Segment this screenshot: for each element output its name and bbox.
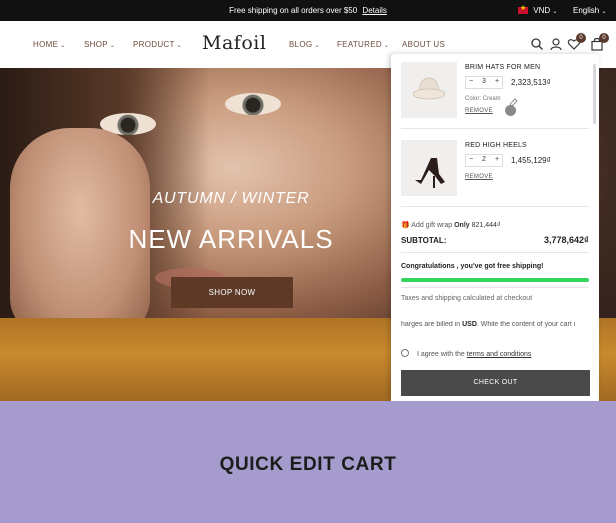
- divider: [401, 128, 589, 129]
- edit-icon[interactable]: [509, 94, 518, 107]
- cart-button[interactable]: 0: [590, 33, 609, 51]
- nav-blog-label: BLOG: [289, 40, 313, 49]
- quantity-value[interactable]: 3: [482, 78, 486, 85]
- caption-band: QUICK EDIT CART: [0, 401, 616, 523]
- increase-qty-button[interactable]: +: [495, 156, 499, 163]
- nav-featured[interactable]: FEATURED ⌄: [337, 40, 389, 49]
- taxes-note: Taxes and shipping calculated at checkou…: [401, 295, 533, 302]
- announcement-bar: Free shipping on all orders over $50 Det…: [0, 0, 616, 21]
- charges-note-suffix: . While the content of your cart i: [476, 321, 576, 328]
- remove-item-link[interactable]: REMOVE: [465, 108, 493, 114]
- quantity-stepper[interactable]: − 3 +: [465, 76, 503, 89]
- gift-icon: 🎁: [401, 222, 410, 229]
- product-thumbnail[interactable]: [401, 62, 457, 118]
- charges-currency: USD: [462, 321, 477, 328]
- nav-product-label: PRODUCT: [133, 40, 175, 49]
- charges-note-prefix: harges are billed in: [401, 321, 461, 328]
- divider: [401, 252, 589, 253]
- nav-home-label: HOME: [33, 40, 59, 49]
- charges-note: harges are billed in USD. While the cont…: [401, 321, 589, 328]
- divider: [401, 287, 589, 288]
- divider: [401, 206, 589, 207]
- chevron-down-icon: ⌄: [109, 43, 116, 49]
- bucket-hat-image: [412, 77, 446, 100]
- cart-item-price: 1,455,129₫: [511, 156, 551, 165]
- hero-image-eye: [225, 93, 281, 115]
- currency-label: VND: [533, 6, 551, 15]
- chevron-down-icon: ⌄: [314, 43, 320, 49]
- chevron-down-icon: ⌄: [601, 9, 607, 15]
- increase-qty-button[interactable]: +: [495, 78, 499, 85]
- user-icon[interactable]: [549, 37, 563, 51]
- gift-wrap-amount: 821,444₫: [471, 222, 501, 229]
- quantity-value[interactable]: 2: [482, 156, 486, 163]
- decrease-qty-button[interactable]: −: [469, 78, 473, 85]
- nav-about-us[interactable]: ABOUT US: [402, 40, 445, 49]
- cart-item-variant: Color: Cream: [465, 96, 501, 102]
- language-selector[interactable]: English ⌄: [573, 6, 607, 15]
- chevron-down-icon: ⌄: [176, 43, 182, 49]
- nav-featured-label: FEATURED: [337, 40, 382, 49]
- free-shipping-progress: [401, 278, 589, 282]
- nav-shop[interactable]: SHOP ⌄: [84, 40, 115, 49]
- cart-item-name[interactable]: RED HIGH HEELS: [465, 142, 527, 149]
- free-shipping-message: Congratulations , you've got free shippi…: [401, 263, 544, 270]
- quick-cart-drawer: BRIM HATS FOR MEN − 3 + 2,323,513₫ Color…: [391, 54, 599, 401]
- nav-home[interactable]: HOME ⌄: [33, 40, 66, 49]
- vietnam-flag-icon: [518, 4, 528, 14]
- terms-link[interactable]: terms and conditions: [467, 351, 532, 358]
- high-heel-image: [415, 158, 445, 188]
- nav-product[interactable]: PRODUCT ⌄: [133, 40, 182, 49]
- remove-item-link[interactable]: REMOVE: [465, 174, 493, 180]
- gift-wrap-option[interactable]: 🎁 Add gift wrap Only 821,444₫: [401, 221, 501, 229]
- caption-title: QUICK EDIT CART: [219, 454, 397, 475]
- decrease-qty-button[interactable]: −: [469, 156, 473, 163]
- checkout-button[interactable]: CHECK OUT: [401, 370, 590, 396]
- shop-now-button[interactable]: SHOP NOW: [171, 277, 293, 308]
- language-label: English: [573, 6, 600, 15]
- nav-blog[interactable]: BLOG ⌄: [289, 40, 320, 49]
- wishlist-button[interactable]: 0: [567, 33, 586, 51]
- terms-prefix: I agree with the: [416, 351, 465, 358]
- quantity-stepper[interactable]: − 2 +: [465, 154, 503, 167]
- details-link[interactable]: Details: [362, 6, 386, 15]
- gift-wrap-label: Add gift wrap: [411, 222, 453, 229]
- nav-shop-label: SHOP: [84, 40, 108, 49]
- currency-selector[interactable]: VND ⌄: [518, 4, 558, 15]
- terms-checkbox[interactable]: [401, 349, 409, 357]
- announcement-message: Free shipping on all orders over $50: [229, 6, 358, 15]
- subtotal-value: 3,778,642₫: [544, 235, 589, 245]
- terms-agreement[interactable]: I agree with the terms and conditions: [401, 349, 531, 358]
- cart-item-price: 2,323,513₫: [511, 78, 551, 87]
- gift-wrap-only: Only: [454, 222, 470, 229]
- cart-count-badge: 0: [599, 33, 609, 43]
- chevron-down-icon: ⌄: [60, 43, 66, 49]
- site-logo[interactable]: Mafoil: [202, 32, 266, 54]
- color-swatch[interactable]: [505, 105, 516, 116]
- chevron-down-icon: ⌄: [552, 9, 558, 15]
- search-icon[interactable]: [530, 37, 544, 51]
- free-shipping-progress-fill: [401, 278, 589, 282]
- subtotal-label: SUBTOTAL:: [401, 236, 447, 245]
- cart-scrollbar[interactable]: [593, 64, 596, 124]
- chevron-down-icon: ⌄: [383, 43, 390, 49]
- nav-about-label: ABOUT US: [402, 40, 446, 49]
- cart-item-name[interactable]: BRIM HATS FOR MEN: [465, 64, 540, 71]
- wishlist-count-badge: 0: [576, 33, 586, 43]
- product-thumbnail[interactable]: [401, 140, 457, 196]
